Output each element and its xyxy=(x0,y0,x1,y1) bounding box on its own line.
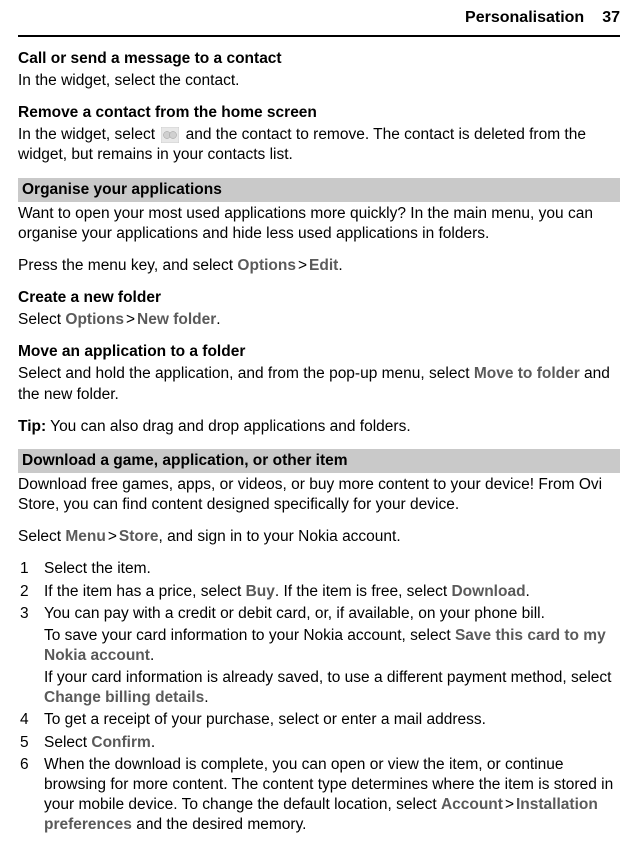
text-fragment: , and sign in to your Nokia account. xyxy=(159,528,401,545)
menu-label-move-to-folder: Move to folder xyxy=(474,365,580,382)
menu-label-download: Download xyxy=(451,583,525,600)
list-text: Select Confirm. xyxy=(44,733,620,753)
list-item: 1 Select the item. xyxy=(18,559,620,579)
header-section-title: Personalisation xyxy=(465,8,584,29)
text-fragment: . xyxy=(338,257,342,274)
text-fragment: If the item has a price, select xyxy=(44,583,246,600)
separator-gt: > xyxy=(503,796,516,813)
text-fragment: . xyxy=(526,583,530,600)
list-number: 2 xyxy=(18,582,44,602)
text-fragment: . xyxy=(204,689,208,706)
menu-label-account: Account xyxy=(441,796,503,813)
list-number: 5 xyxy=(18,733,44,753)
tip-label: Tip: xyxy=(18,418,46,435)
list-text: When the download is complete, you can o… xyxy=(44,755,620,836)
list-text: You can pay with a credit or debit card,… xyxy=(44,604,620,709)
menu-label-options: Options xyxy=(65,311,124,328)
text-fragment: Select xyxy=(44,734,91,751)
menu-label-menu: Menu xyxy=(65,528,105,545)
para-organise-intro: Want to open your most used applications… xyxy=(18,204,620,244)
list-number: 3 xyxy=(18,604,44,624)
list-item: 5 Select Confirm. xyxy=(18,733,620,753)
text-fragment: In the widget, select xyxy=(18,126,159,143)
para-create-folder: Select Options>New folder. xyxy=(18,310,620,330)
menu-label-new-folder: New folder xyxy=(137,311,216,328)
header-page-number: 37 xyxy=(602,8,620,29)
section-bar-download: Download a game, application, or other i… xyxy=(18,449,620,473)
text-fragment: Press the menu key, and select xyxy=(18,257,237,274)
para-call-or-send: In the widget, select the contact. xyxy=(18,71,620,91)
menu-label-confirm: Confirm xyxy=(91,734,150,751)
list-item: 6 When the download is complete, you can… xyxy=(18,755,620,836)
menu-label-store: Store xyxy=(119,528,159,545)
section-bar-organise: Organise your applications xyxy=(18,178,620,202)
list-number: 6 xyxy=(18,755,44,775)
text-fragment: . xyxy=(216,311,220,328)
para-download-intro: Download free games, apps, or videos, or… xyxy=(18,475,620,515)
text-fragment: To save your card information to your No… xyxy=(44,627,455,644)
list-item: 4 To get a receipt of your purchase, sel… xyxy=(18,710,620,730)
text-fragment: You can pay with a credit or debit card,… xyxy=(44,604,620,624)
text-fragment: If your card information is already save… xyxy=(44,669,611,686)
para-download-signin: Select Menu>Store, and sign in to your N… xyxy=(18,527,620,547)
separator-gt: > xyxy=(124,311,137,328)
text-fragment: . xyxy=(150,647,154,664)
menu-label-change-billing: Change billing details xyxy=(44,689,204,706)
heading-move-app: Move an application to a folder xyxy=(18,342,620,362)
list-text: To get a receipt of your purchase, selec… xyxy=(44,710,620,730)
heading-call-or-send: Call or send a message to a contact xyxy=(18,49,620,69)
menu-label-options: Options xyxy=(237,257,296,274)
para-organise-steps: Press the menu key, and select Options>E… xyxy=(18,256,620,276)
tip-drag-drop: Tip: You can also drag and drop applicat… xyxy=(18,417,620,437)
text-fragment: Select xyxy=(18,311,65,328)
text-fragment: . If the item is free, select xyxy=(275,583,452,600)
tip-text: You can also drag and drop applications … xyxy=(46,418,411,435)
separator-gt: > xyxy=(296,257,309,274)
text-fragment: . xyxy=(151,734,155,751)
ordered-list-download: 1 Select the item. 2 If the item has a p… xyxy=(18,559,620,835)
text-fragment: If your card information is already save… xyxy=(44,668,620,708)
settings-icon xyxy=(161,127,179,143)
text-fragment: Select and hold the application, and fro… xyxy=(18,365,474,382)
list-number: 4 xyxy=(18,710,44,730)
list-item: 3 You can pay with a credit or debit car… xyxy=(18,604,620,709)
separator-gt: > xyxy=(106,528,119,545)
para-remove-contact: In the widget, select and the contact to… xyxy=(18,125,620,165)
menu-label-edit: Edit xyxy=(309,257,338,274)
heading-create-folder: Create a new folder xyxy=(18,288,620,308)
list-text: If the item has a price, select Buy. If … xyxy=(44,582,620,602)
text-fragment: To save your card information to your No… xyxy=(44,626,620,666)
list-text: Select the item. xyxy=(44,559,620,579)
list-item: 2 If the item has a price, select Buy. I… xyxy=(18,582,620,602)
text-fragment: Select xyxy=(18,528,65,545)
heading-remove-contact: Remove a contact from the home screen xyxy=(18,103,620,123)
page-header: Personalisation 37 xyxy=(18,0,620,37)
list-number: 1 xyxy=(18,559,44,579)
menu-label-buy: Buy xyxy=(246,583,275,600)
para-move-app: Select and hold the application, and fro… xyxy=(18,364,620,404)
text-fragment: and the desired memory. xyxy=(132,816,307,833)
